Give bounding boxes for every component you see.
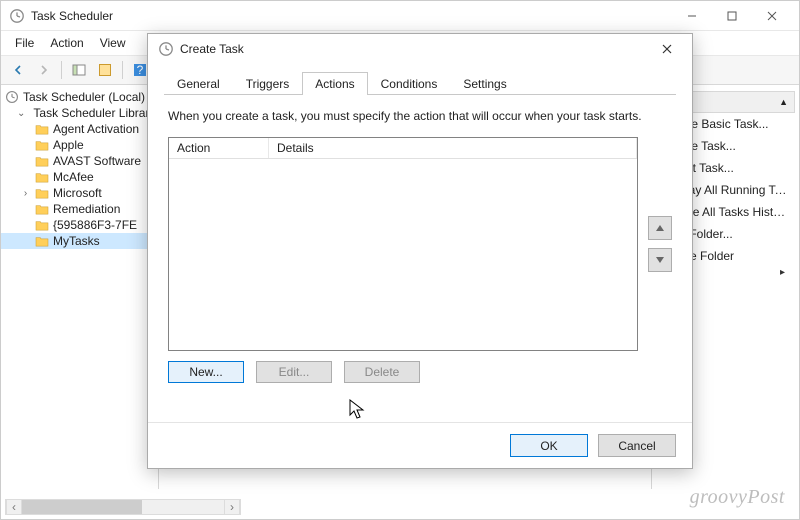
tree-item-label: McAfee — [53, 170, 94, 184]
expander-icon[interactable]: › — [20, 188, 31, 199]
tree-item-label: MyTasks — [53, 234, 100, 248]
actions-list[interactable]: Action Details — [168, 137, 638, 351]
dialog-title: Create Task — [180, 42, 244, 56]
tree-root[interactable]: Task Scheduler (Local) — [1, 89, 158, 105]
task-scheduler-icon — [158, 41, 174, 57]
tree-item[interactable]: Apple — [1, 137, 158, 153]
tree-item-label: AVAST Software — [53, 154, 141, 168]
tab-conditions[interactable]: Conditions — [368, 72, 451, 95]
dialog-close-button[interactable] — [652, 37, 682, 61]
main-title: Task Scheduler — [31, 9, 113, 23]
cancel-button[interactable]: Cancel — [598, 434, 676, 457]
tree-item[interactable]: Remediation — [1, 201, 158, 217]
tab-actions[interactable]: Actions — [302, 72, 367, 95]
tree-item-label: Agent Activation — [53, 122, 139, 136]
folder-icon — [35, 155, 49, 167]
dialog-tabs: General Triggers Actions Conditions Sett… — [164, 72, 676, 95]
properties-button[interactable] — [94, 59, 116, 81]
minimize-button[interactable] — [673, 3, 711, 29]
tree-item[interactable]: {595886F3-7FE — [1, 217, 158, 233]
move-up-button[interactable] — [648, 216, 672, 240]
tab-settings[interactable]: Settings — [450, 72, 519, 95]
tree-library[interactable]: ⌄ Task Scheduler Library — [1, 105, 158, 121]
nav-forward-button[interactable] — [33, 59, 55, 81]
task-scheduler-icon — [5, 90, 19, 104]
tree-item[interactable]: AVAST Software — [1, 153, 158, 169]
horizontal-scrollbar[interactable]: ‹ › — [5, 499, 241, 515]
menu-action[interactable]: Action — [44, 34, 89, 52]
task-scheduler-icon — [9, 8, 25, 24]
main-titlebar: Task Scheduler — [1, 1, 799, 31]
toolbar-separator — [61, 61, 62, 79]
folder-icon — [35, 171, 49, 183]
svg-text:?: ? — [137, 63, 144, 77]
tab-description: When you create a task, you must specify… — [168, 109, 672, 123]
create-task-dialog: Create Task General Triggers Actions Con… — [147, 33, 693, 469]
new-button[interactable]: New... — [168, 361, 244, 383]
menu-view[interactable]: View — [94, 34, 132, 52]
dialog-body: General Triggers Actions Conditions Sett… — [148, 64, 692, 422]
chevron-up-icon[interactable]: ▲ — [779, 97, 788, 107]
scroll-right-icon[interactable]: › — [224, 500, 240, 514]
tree-item[interactable]: McAfee — [1, 169, 158, 185]
scroll-left-icon[interactable]: ‹ — [6, 500, 22, 514]
action-buttons-row: New... Edit... Delete — [168, 361, 672, 383]
folder-icon — [35, 187, 49, 199]
tree-library-label: Task Scheduler Library — [33, 106, 155, 120]
folder-icon — [35, 123, 49, 135]
list-header: Action Details — [169, 138, 637, 159]
close-button[interactable] — [753, 3, 791, 29]
folder-icon — [35, 139, 49, 151]
pane-toggle-button[interactable] — [68, 59, 90, 81]
navigation-tree[interactable]: Task Scheduler (Local) ⌄ Task Scheduler … — [1, 85, 159, 489]
scroll-thumb[interactable] — [22, 500, 142, 514]
dialog-titlebar: Create Task — [148, 34, 692, 64]
menu-file[interactable]: File — [9, 34, 40, 52]
scroll-track[interactable] — [22, 500, 224, 514]
toolbar-separator — [122, 61, 123, 79]
tree-item-selected[interactable]: MyTasks — [1, 233, 158, 249]
tree-item-label: Apple — [53, 138, 84, 152]
tree-item-label: Remediation — [53, 202, 120, 216]
tab-content: When you create a task, you must specify… — [164, 95, 676, 383]
ok-button[interactable]: OK — [510, 434, 588, 457]
col-details[interactable]: Details — [269, 138, 637, 158]
edit-button[interactable]: Edit... — [256, 361, 332, 383]
tree-root-label: Task Scheduler (Local) — [23, 90, 145, 104]
delete-button[interactable]: Delete — [344, 361, 420, 383]
reorder-buttons — [648, 137, 672, 351]
maximize-button[interactable] — [713, 3, 751, 29]
col-action[interactable]: Action — [169, 138, 269, 158]
tree-item[interactable]: › Microsoft — [1, 185, 158, 201]
tree-item[interactable]: Agent Activation — [1, 121, 158, 137]
folder-icon — [35, 219, 49, 231]
folder-icon — [35, 203, 49, 215]
move-down-button[interactable] — [648, 248, 672, 272]
tab-triggers[interactable]: Triggers — [233, 72, 303, 95]
tree-item-label: {595886F3-7FE — [53, 218, 137, 232]
dialog-footer: OK Cancel — [148, 422, 692, 468]
watermark: groovyPost — [690, 486, 785, 509]
tab-general[interactable]: General — [164, 72, 233, 95]
nav-back-button[interactable] — [7, 59, 29, 81]
folder-icon — [35, 235, 49, 247]
expander-icon[interactable]: ⌄ — [17, 108, 25, 119]
tree-item-label: Microsoft — [53, 186, 102, 200]
